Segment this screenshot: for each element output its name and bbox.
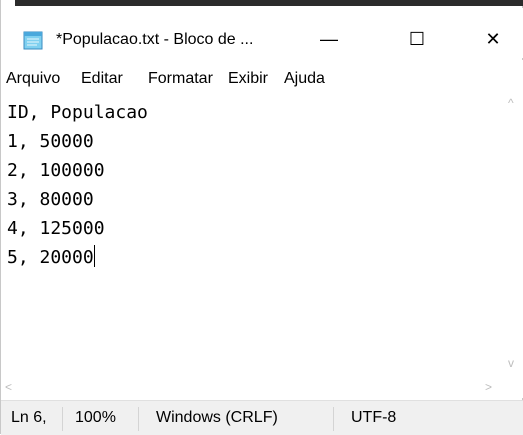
status-bar: Ln 6, 100% Windows (CRLF) UTF-8 xyxy=(1,400,523,435)
status-encoding: UTF-8 xyxy=(351,409,397,426)
status-line-ending: Windows (CRLF) xyxy=(156,409,278,426)
window-top-edge xyxy=(15,0,523,6)
scroll-up-icon[interactable]: ^ xyxy=(508,96,514,110)
close-button[interactable]: ✕ xyxy=(470,22,516,56)
document-text: ID, Populacao 1, 50000 2, 100000 3, 8000… xyxy=(7,102,148,268)
horizontal-scrollbar[interactable]: < > xyxy=(5,378,523,398)
scroll-right-icon[interactable]: > xyxy=(485,380,492,394)
maximize-button[interactable]: ☐ xyxy=(394,22,440,56)
status-divider xyxy=(333,407,334,431)
minimize-button[interactable]: — xyxy=(306,22,352,56)
menu-formatar[interactable]: Formatar xyxy=(148,69,213,89)
status-divider xyxy=(138,407,139,431)
notepad-window: *Populacao.txt - Bloco de ... — ☐ ✕ Arqu… xyxy=(0,0,523,435)
status-zoom: 100% xyxy=(75,409,116,426)
menu-exibir[interactable]: Exibir xyxy=(228,69,268,89)
window-title: *Populacao.txt - Bloco de ... xyxy=(56,31,254,48)
text-editor[interactable]: ID, Populacao 1, 50000 2, 100000 3, 8000… xyxy=(5,96,502,378)
menu-editar[interactable]: Editar xyxy=(81,69,123,89)
menu-arquivo[interactable]: Arquivo xyxy=(6,69,60,89)
menu-ajuda[interactable]: Ajuda xyxy=(284,69,325,89)
status-position: Ln 6, xyxy=(11,409,47,426)
text-caret xyxy=(93,245,95,267)
status-divider xyxy=(62,407,63,431)
scroll-left-icon[interactable]: < xyxy=(5,380,12,394)
notepad-icon xyxy=(23,30,45,50)
menu-bar: Arquivo Editar Formatar Exibir Ajuda xyxy=(1,60,523,94)
vertical-scrollbar[interactable]: ^ v xyxy=(502,94,523,378)
scroll-down-icon[interactable]: v xyxy=(508,356,514,370)
title-bar[interactable]: *Populacao.txt - Bloco de ... — ☐ ✕ xyxy=(1,8,523,58)
